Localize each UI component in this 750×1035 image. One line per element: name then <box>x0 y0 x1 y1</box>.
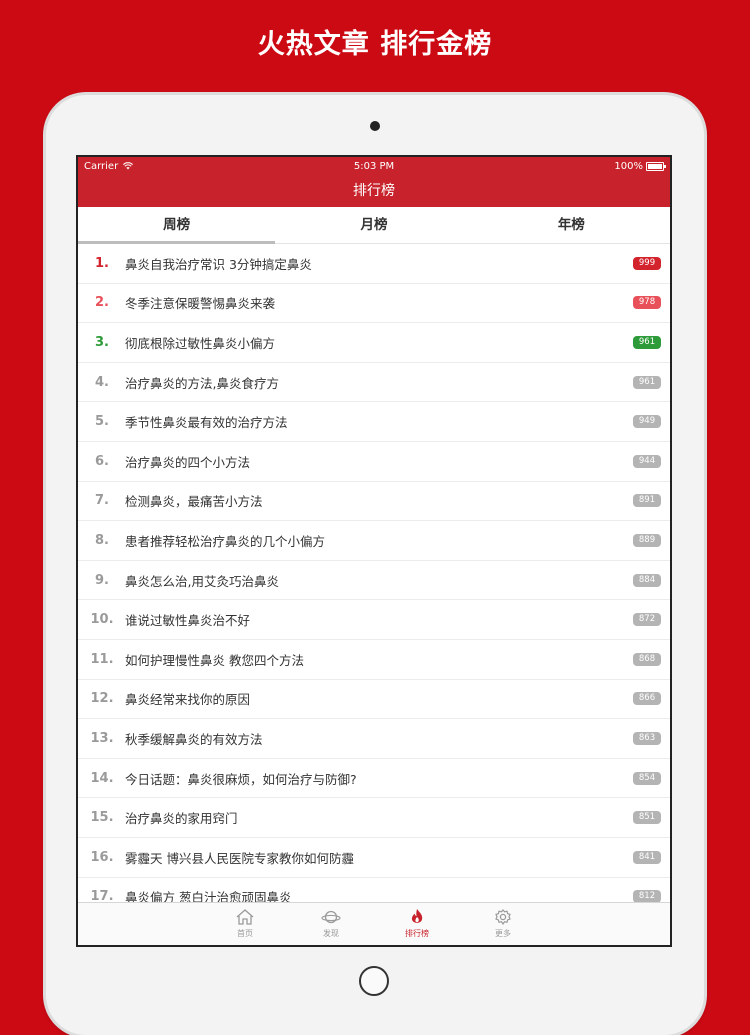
rank-number: 2. <box>95 295 109 311</box>
rank-number: 6. <box>95 453 109 469</box>
view-count-badge: 851 <box>633 811 661 825</box>
view-count-badge: 872 <box>633 613 661 627</box>
rank-number: 16. <box>90 849 114 865</box>
home-button[interactable] <box>359 966 389 996</box>
rank-number: 9. <box>95 572 109 588</box>
list-item[interactable]: 12. 鼻炎经常来找你的原因 866 <box>78 680 670 720</box>
status-bar: Carrier 5:03 PM 100% <box>78 157 670 177</box>
tabbar-item-discover[interactable]: 发现 <box>307 903 355 945</box>
list-item[interactable]: 14. 今日话题：鼻炎很麻烦，如何治疗与防御? 854 <box>78 759 670 799</box>
article-title: 鼻炎怎么治,用艾灸巧治鼻炎 <box>125 573 279 589</box>
home-icon <box>236 909 254 925</box>
article-title: 治疗鼻炎的方法,鼻炎食疗方 <box>125 375 279 391</box>
rank-number: 11. <box>90 651 114 667</box>
app-screen: Carrier 5:03 PM 100% 排行榜 周榜 月榜 年榜 1. 鼻炎自我… <box>78 157 670 945</box>
view-count-badge: 854 <box>633 771 661 785</box>
promo-title: 火热文章 排行金榜 <box>257 29 493 60</box>
article-title: 今日话题：鼻炎很麻烦，如何治疗与防御? <box>125 771 357 787</box>
list-item[interactable]: 1. 鼻炎自我治疗常识 3分钟搞定鼻炎 999 <box>78 244 670 284</box>
list-item[interactable]: 13. 秋季缓解鼻炎的有效方法 863 <box>78 719 670 759</box>
view-count-badge: 949 <box>633 415 661 429</box>
rank-number: 14. <box>90 770 114 786</box>
view-count-badge: 866 <box>633 692 661 706</box>
flame-icon <box>411 909 423 923</box>
article-title: 鼻炎自我治疗常识 3分钟搞定鼻炎 <box>125 256 312 272</box>
gear-icon <box>495 909 511 926</box>
rank-number: 13. <box>90 730 114 746</box>
rank-number: 4. <box>95 374 109 390</box>
tabbar-item-ranking[interactable]: 排行榜 <box>393 903 441 945</box>
list-item[interactable]: 16. 雾霾天 博兴县人民医院专家教你如何防霾 841 <box>78 838 670 878</box>
article-title: 冬季注意保暖警惕鼻炎来袭 <box>125 296 276 312</box>
list-item[interactable]: 10. 谁说过敏性鼻炎治不好 872 <box>78 600 670 640</box>
rank-number: 1. <box>95 255 109 271</box>
tabbar-item-more[interactable]: 更多 <box>479 903 527 945</box>
rank-number: 8. <box>95 532 109 548</box>
article-title: 患者推荐轻松治疗鼻炎的几个小偏方 <box>125 533 326 549</box>
view-count-badge: 961 <box>633 335 661 349</box>
list-item[interactable]: 7. 检测鼻炎，最痛苦小方法 891 <box>78 482 670 522</box>
rank-number: 10. <box>90 612 114 628</box>
status-time: 5:03 PM <box>353 161 395 172</box>
view-count-badge: 863 <box>633 731 661 745</box>
article-title: 如何护理慢性鼻炎 教您四个方法 <box>125 652 304 668</box>
camera <box>370 121 380 131</box>
view-count-badge: 884 <box>633 573 661 587</box>
article-title: 谁说过敏性鼻炎治不好 <box>125 613 251 629</box>
list-item[interactable]: 5. 季节性鼻炎最有效的治疗方法 949 <box>78 402 670 442</box>
list-item[interactable]: 8. 患者推荐轻松治疗鼻炎的几个小偏方 889 <box>78 521 670 561</box>
view-count-badge: 999 <box>633 256 661 270</box>
view-count-badge: 891 <box>633 494 661 508</box>
article-title: 彻底根除过敏性鼻炎小偏方 <box>125 335 276 351</box>
rank-number: 15. <box>90 810 114 826</box>
tab-monthly[interactable]: 月榜 <box>275 207 472 243</box>
battery-icon <box>646 162 666 171</box>
nav-title: 排行榜 <box>78 177 670 207</box>
article-title: 治疗鼻炎的家用窍门 <box>125 811 238 827</box>
article-title: 鼻炎经常来找你的原因 <box>125 692 251 708</box>
article-title: 治疗鼻炎的四个小方法 <box>125 454 251 470</box>
planet-icon <box>321 910 341 924</box>
list-item[interactable]: 4. 治疗鼻炎的方法,鼻炎食疗方 961 <box>78 363 670 403</box>
article-title: 检测鼻炎，最痛苦小方法 <box>125 494 263 510</box>
rank-number: 3. <box>95 334 109 350</box>
list-item[interactable]: 6. 治疗鼻炎的四个小方法 944 <box>78 442 670 482</box>
article-title: 秋季缓解鼻炎的有效方法 <box>125 731 263 747</box>
tab-weekly[interactable]: 周榜 <box>78 207 276 244</box>
article-title: 雾霾天 博兴县人民医院专家教你如何防霾 <box>125 850 354 866</box>
tab-yearly[interactable]: 年榜 <box>473 207 670 243</box>
list-item[interactable]: 2. 冬季注意保暖警惕鼻炎来袭 978 <box>78 284 670 324</box>
rank-number: 7. <box>95 493 109 509</box>
view-count-badge: 868 <box>633 652 661 666</box>
period-tabs: 周榜 月榜 年榜 <box>78 207 670 244</box>
battery-indicator: 100% <box>614 161 666 172</box>
list-item[interactable]: 9. 鼻炎怎么治,用艾灸巧治鼻炎 884 <box>78 561 670 601</box>
tabbar-item-home[interactable]: 首页 <box>221 903 269 945</box>
article-title: 季节性鼻炎最有效的治疗方法 <box>125 415 288 431</box>
rank-number: 12. <box>90 691 114 707</box>
view-count-badge: 944 <box>633 454 661 468</box>
rank-number: 5. <box>95 414 109 430</box>
ranking-list: 1. 鼻炎自我治疗常识 3分钟搞定鼻炎 999 2. 冬季注意保暖警惕鼻炎来袭 978 3.… <box>78 244 670 918</box>
view-count-badge: 889 <box>633 533 661 547</box>
view-count-badge: 841 <box>633 850 661 864</box>
list-item[interactable]: 11. 如何护理慢性鼻炎 教您四个方法 868 <box>78 640 670 680</box>
list-item[interactable]: 15. 治疗鼻炎的家用窍门 851 <box>78 798 670 838</box>
bottom-tab-bar: 首页 发现 排行榜 更多 <box>78 902 670 945</box>
list-item[interactable]: 3. 彻底根除过敏性鼻炎小偏方 961 <box>78 323 670 363</box>
ipad-frame: Carrier 5:03 PM 100% 排行榜 周榜 月榜 年榜 1. 鼻炎自我… <box>46 95 704 1035</box>
view-count-badge: 978 <box>633 296 661 310</box>
view-count-badge: 961 <box>633 375 661 389</box>
